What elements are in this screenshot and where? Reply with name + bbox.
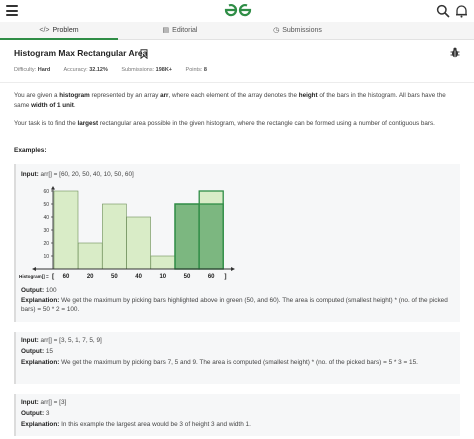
- bracket-right: ]: [224, 273, 226, 280]
- difficulty-label: Difficulty:: [14, 67, 37, 73]
- x-tick-label: 50: [111, 274, 118, 280]
- explanation-label: Explanation:: [21, 297, 60, 304]
- histogram-bar: [77, 242, 103, 270]
- text: Your task is to find the: [14, 120, 78, 127]
- examples-heading: Examples:: [14, 147, 47, 154]
- tab-label: Problem: [52, 27, 79, 34]
- y-tick-label: 10: [43, 254, 49, 260]
- text: represented by an array: [89, 92, 161, 99]
- x-tick-label: 20: [87, 274, 94, 280]
- text-bold: arr: [160, 92, 169, 99]
- gfg-logo[interactable]: [222, 2, 254, 18]
- max-rectangle-highlight: [174, 203, 224, 270]
- points-label: Points:: [185, 67, 203, 73]
- submissions-label: Submissions:: [121, 67, 155, 73]
- code-icon: </>: [39, 27, 50, 34]
- accuracy-label: Accuracy:: [63, 67, 88, 73]
- tab-editorial[interactable]: ▤ Editorial: [140, 22, 220, 40]
- text-bold: height: [298, 92, 318, 99]
- description-paragraph-1: You are given a histogram represented by…: [14, 91, 460, 110]
- difficulty-value: Hard: [37, 67, 51, 73]
- example-input: Input: arr[] = [3, 5, 1, 7, 5, 9]: [21, 336, 451, 345]
- description-paragraph-2: Your task is to find the largest rectang…: [14, 119, 460, 129]
- example-output: Output: 3: [21, 409, 451, 418]
- input-label: Input:: [21, 399, 39, 406]
- example-block-1: Input: arr[] = [60, 20, 50, 40, 10, 50, …: [14, 164, 460, 322]
- problem-title: Histogram Max Rectangular Area: [14, 48, 148, 58]
- output-value: 15: [45, 348, 53, 355]
- example-output: Output: 15: [21, 347, 451, 356]
- input-value: arr[] = [60, 20, 50, 40, 10, 50, 60]: [40, 171, 134, 178]
- example-explanation: Explanation: We get the maximum by picki…: [21, 296, 451, 314]
- menu-icon[interactable]: [6, 5, 18, 16]
- x-tick-label: 50: [184, 274, 191, 280]
- submissions-value: 198K+: [155, 67, 173, 73]
- tab-problem[interactable]: </> Problem: [0, 22, 118, 40]
- x-axis-arrow: [231, 267, 235, 271]
- example-input: Input: arr[] = [60, 20, 50, 40, 10, 50, …: [21, 170, 451, 179]
- y-tick-label: 40: [43, 215, 49, 221]
- y-tick-label: 30: [43, 228, 49, 234]
- input-value: arr[] = [3]: [40, 399, 67, 406]
- x-tick-label: 40: [135, 274, 142, 280]
- problem-tabs: </> Problem ▤ Editorial ◷ Submissions: [0, 22, 474, 40]
- bug-icon[interactable]: [450, 47, 460, 58]
- tab-label: Submissions: [282, 27, 322, 34]
- x-axis-arrow-left: [32, 267, 36, 271]
- tab-submissions[interactable]: ◷ Submissions: [255, 22, 340, 40]
- output-label: Output:: [21, 410, 45, 417]
- histogram-bar: [126, 216, 151, 270]
- text-bold: largest: [77, 120, 99, 127]
- text-bold: width of 1 unit: [31, 101, 74, 109]
- problem-meta: Difficulty: Hard Accuracy: 32.12% Submis…: [14, 67, 219, 73]
- text-bold: histogram: [59, 92, 90, 99]
- y-tick-label: 60: [43, 189, 49, 195]
- book-icon: ▤: [162, 27, 170, 34]
- explanation-label: Explanation:: [21, 359, 60, 366]
- x-tick-label: 60: [208, 274, 215, 280]
- x-tick-label: 10: [159, 274, 166, 280]
- explanation-value: We get the maximum by picking bars 7, 5 …: [61, 359, 418, 366]
- search-icon[interactable]: [436, 4, 450, 18]
- example-input: Input: arr[] = [3]: [21, 398, 451, 407]
- bracket-left: [: [52, 273, 55, 280]
- x-axis-label: Histogram[] =: [19, 274, 49, 279]
- problem-content: Histogram Max Rectangular Area Difficult…: [0, 40, 474, 439]
- example-block-3: Input: arr[] = [3] Output: 3 Explanation…: [14, 394, 460, 436]
- divider: [0, 82, 474, 83]
- output-value: 100: [45, 287, 57, 294]
- explanation-value: We get the maximum by picking bars highl…: [21, 297, 448, 313]
- histogram-bar: [102, 203, 127, 270]
- explanation-value: In this example the largest area would b…: [61, 421, 251, 428]
- histogram-chart: 10 20 30 40 50 60 60 20 50 40 10 50 60 Histogram[] =[…: [19, 186, 235, 280]
- top-bar: [0, 0, 474, 22]
- text: , where each element of the array denote…: [168, 92, 299, 99]
- bell-icon[interactable]: [455, 4, 468, 18]
- input-label: Input:: [21, 171, 39, 178]
- text: You are given a: [14, 92, 60, 99]
- y-tick-label: 50: [43, 202, 49, 208]
- text: rectangular area possible in the given h…: [98, 120, 435, 127]
- input-label: Input:: [21, 337, 39, 344]
- clock-icon: ◷: [273, 27, 280, 34]
- example-explanation: Explanation: In this example the largest…: [21, 420, 451, 429]
- points-value: 8: [203, 67, 207, 73]
- text: .: [73, 101, 76, 109]
- example-block-2: Input: arr[] = [3, 5, 1, 7, 5, 9] Output…: [14, 332, 460, 384]
- explanation-label: Explanation:: [21, 421, 60, 428]
- x-tick-label: 60: [63, 274, 70, 280]
- bookmark-icon[interactable]: [140, 49, 148, 59]
- tab-label: Editorial: [172, 27, 198, 34]
- example-output: Output: 100: [21, 286, 451, 295]
- y-tick-label: 20: [43, 241, 49, 247]
- accuracy-value: 32.12%: [89, 67, 108, 73]
- histogram-bar: [150, 255, 176, 270]
- histogram-bar: [53, 190, 79, 270]
- input-value: arr[] = [3, 5, 1, 7, 5, 9]: [40, 337, 102, 344]
- y-axis-arrow: [51, 186, 55, 190]
- output-label: Output:: [21, 348, 45, 355]
- output-label: Output:: [21, 287, 45, 294]
- example-explanation: Explanation: We get the maximum by picki…: [21, 358, 451, 367]
- output-value: 3: [45, 410, 50, 417]
